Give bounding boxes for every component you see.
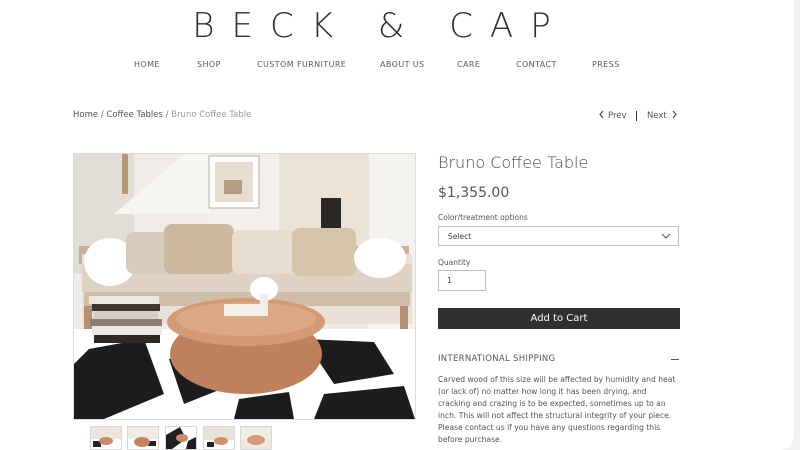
options-label: Color/treatment options bbox=[438, 213, 528, 222]
breadcrumb-separator: / bbox=[165, 110, 169, 120]
nav-item-care[interactable]: CARE bbox=[457, 60, 480, 69]
select-value: Select bbox=[448, 232, 472, 241]
product-title: Bruno Coffee Table bbox=[438, 153, 589, 172]
quantity-value: 1 bbox=[447, 276, 453, 285]
breadcrumb-current: Bruno Coffee Table bbox=[171, 110, 252, 120]
product-pager: Prev Next bbox=[598, 110, 678, 121]
nav-item-press[interactable]: PRESS bbox=[592, 60, 620, 69]
prev-link[interactable]: Prev bbox=[598, 110, 629, 121]
shipping-title: INTERNATIONAL SHIPPING bbox=[438, 354, 556, 364]
chevron-left-icon bbox=[599, 110, 604, 119]
product-photo bbox=[74, 154, 415, 419]
page: BECK & CAP HOME SHOP CUSTOM FURNITURE AB… bbox=[0, 0, 794, 450]
color-treatment-select[interactable]: Select bbox=[438, 226, 679, 246]
brand-logo[interactable]: BECK & CAP bbox=[0, 6, 760, 46]
prev-label: Prev bbox=[608, 111, 627, 121]
product-image[interactable] bbox=[73, 153, 416, 420]
chevron-right-icon bbox=[672, 110, 677, 119]
breadcrumb-home[interactable]: Home bbox=[73, 110, 98, 120]
nav-item-home[interactable]: HOME bbox=[134, 60, 160, 69]
thumbnail[interactable] bbox=[127, 426, 159, 450]
thumbnail[interactable] bbox=[165, 426, 197, 450]
next-link[interactable]: Next bbox=[646, 110, 678, 121]
breadcrumb-category[interactable]: Coffee Tables bbox=[106, 110, 163, 120]
nav-item-custom-furniture[interactable]: CUSTOM FURNITURE bbox=[257, 60, 346, 69]
shipping-description: Carved wood of this size will be affecte… bbox=[438, 375, 676, 444]
add-to-cart-button[interactable]: Add to Cart bbox=[438, 308, 680, 329]
nav-item-about-us[interactable]: ABOUT US bbox=[380, 60, 425, 69]
shipping-accordion[interactable]: INTERNATIONAL SHIPPING bbox=[438, 354, 680, 366]
minus-icon bbox=[671, 359, 679, 360]
nav-item-shop[interactable]: SHOP bbox=[197, 60, 221, 69]
pager-divider bbox=[636, 110, 638, 121]
quantity-label: Quantity bbox=[438, 258, 471, 267]
nav-item-contact[interactable]: CONTACT bbox=[516, 60, 557, 69]
main-nav: HOME SHOP CUSTOM FURNITURE ABOUT US CARE… bbox=[0, 60, 760, 74]
chevron-down-icon bbox=[661, 233, 671, 239]
thumbnail[interactable] bbox=[203, 426, 235, 450]
breadcrumb: Home / Coffee Tables / Bruno Coffee Tabl… bbox=[73, 110, 251, 120]
next-label: Next bbox=[646, 111, 667, 121]
quantity-input[interactable]: 1 bbox=[438, 270, 486, 291]
breadcrumb-separator: / bbox=[100, 110, 104, 120]
thumbnail[interactable] bbox=[90, 426, 122, 450]
thumbnail[interactable] bbox=[240, 426, 272, 450]
product-price: $1,355.00 bbox=[438, 185, 510, 201]
